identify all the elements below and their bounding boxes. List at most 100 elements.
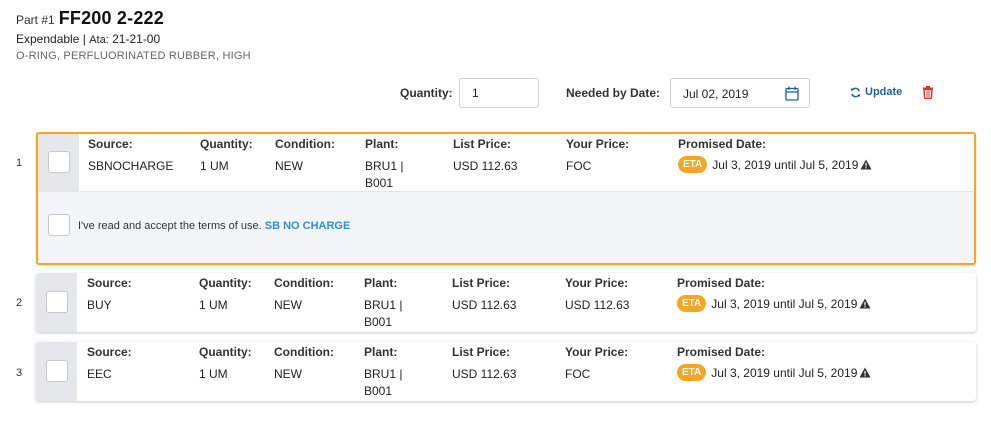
your-price-header: Your Price: [565,276,629,290]
promised-date-range: Jul 3, 2019 until Jul 5, 2019 [712,157,859,172]
needed-by-date-value: Jul 02, 2019 [683,87,749,101]
condition-value: NEW [275,159,303,173]
plant-header: Plant: [365,137,399,151]
row-number: 1 [16,157,23,169]
ata-value: 21-21-00 [112,32,161,46]
select-column [36,273,77,332]
condition-cell: Condition: NEW [274,345,334,383]
select-column [36,342,77,401]
terms-of-use-text: I've read and accept the terms of use. S… [78,220,350,232]
condition-value: NEW [274,298,302,312]
source-header: Source: [88,137,133,151]
list-price-header: List Price: [452,276,511,290]
part-type-line: Expendable | Ata: 21-21-00 [16,32,251,46]
list-price-cell: List Price: USD 112.63 [452,276,516,314]
plant-value: BRU1 | B001 [365,158,403,192]
quantity-input[interactable] [459,78,539,108]
row-number: 2 [16,297,23,309]
row-number: 3 [16,367,23,379]
condition-header: Condition: [274,276,334,290]
promised-date-cell: Promised Date: ETA Jul 3, 2019 until Jul… [677,345,871,381]
plant-line: B001 [364,384,393,398]
eta-badge: ETA [677,364,707,381]
eta-badge: ETA [678,156,708,173]
promised-date-header: Promised Date: [678,137,767,151]
offer-select-checkbox[interactable] [46,360,68,382]
quantity-cell: Quantity: 1 UM [199,345,252,383]
promised-date-value: ETA Jul 3, 2019 until Jul 5, 2019 [677,364,871,381]
list-price-header: List Price: [452,345,511,359]
promised-date-header: Promised Date: [677,345,766,359]
condition-cell: Condition: NEW [275,137,335,175]
promised-date-range: Jul 3, 2019 until Jul 5, 2019 [711,365,858,380]
plant-cell: Plant: BRU1 | B001 [364,345,402,400]
part-type: Expendable | [16,32,86,46]
list-price-cell: List Price: USD 112.63 [452,345,516,383]
quantity-value: 1 UM [199,367,228,381]
offer-select-checkbox[interactable] [46,291,68,313]
plant-header: Plant: [364,345,398,359]
needed-by-date-picker[interactable]: Jul 02, 2019 [670,78,810,108]
your-price-cell: Your Price: USD 112.63 [565,276,629,314]
source-header: Source: [87,345,132,359]
update-button[interactable]: Update [850,86,902,98]
quantity-cell: Quantity: 1 UM [200,137,253,175]
list-price-value: USD 112.63 [452,298,517,312]
your-price-value: FOC [565,367,591,381]
warning-icon[interactable] [859,367,871,378]
plant-line: B001 [365,176,394,190]
promised-date-range: Jul 3, 2019 until Jul 5, 2019 [711,296,858,311]
plant-header: Plant: [364,276,398,290]
source-value: EEC [87,367,112,381]
plant-line: BRU1 | [364,367,403,381]
offer-select-checkbox[interactable] [48,151,70,173]
plant-line: B001 [364,315,393,329]
quantity-cell: Quantity: 1 UM [199,276,252,314]
part-prefix: Part #1 [16,13,55,27]
source-value: BUY [87,298,112,312]
quantity-header: Quantity: [199,276,252,290]
list-price-header: List Price: [453,137,512,151]
plant-cell: Plant: BRU1 | B001 [364,276,402,331]
condition-header: Condition: [274,345,334,359]
condition-header: Condition: [275,137,335,151]
part-number: FF200 2-222 [58,8,164,28]
quantity-header: Quantity: [200,137,253,151]
plant-line: BRU1 | [365,159,404,173]
source-cell: Source: BUY [87,276,132,314]
your-price-value: USD 112.63 [565,298,630,312]
offer-card[interactable]: Source: SBNOCHARGE Quantity: 1 UM Condit… [36,132,976,265]
source-value: SBNOCHARGE [88,159,174,173]
offer-card[interactable]: Source: EEC Quantity: 1 UM Condition: NE… [36,342,976,401]
promised-date-value: ETA Jul 3, 2019 until Jul 5, 2019 [677,295,871,312]
list-price-value: USD 112.63 [452,367,517,381]
quantity-value: 1 UM [200,159,229,173]
terms-of-use-panel: I've read and accept the terms of use. S… [38,191,974,263]
quantity-value: 1 UM [199,298,228,312]
part-description: O-RING, PERFLUORINATED RUBBER, HIGH [16,50,251,62]
source-header: Source: [87,276,132,290]
your-price-cell: Your Price: FOC [565,345,628,383]
your-price-cell: Your Price: FOC [566,137,629,175]
terms-label: I've read and accept the terms of use. [78,220,262,232]
offer-card[interactable]: Source: BUY Quantity: 1 UM Condition: NE… [36,273,976,332]
update-label: Update [865,86,903,98]
promised-date-cell: Promised Date: ETA Jul 3, 2019 until Jul… [678,137,872,173]
list-price-value: USD 112.63 [453,159,518,173]
eta-badge: ETA [677,295,707,312]
plant-cell: Plant: BRU1 | B001 [365,137,403,192]
terms-accept-checkbox[interactable] [48,214,70,236]
order-controls: Quantity: Needed by Date: Jul 02, 2019 U… [0,78,991,108]
needed-by-date-label: Needed by Date: [566,86,661,100]
warning-icon[interactable] [860,159,872,170]
warning-icon[interactable] [859,298,871,309]
promised-date-cell: Promised Date: ETA Jul 3, 2019 until Jul… [677,276,871,312]
trash-icon[interactable] [922,86,934,99]
select-column [38,134,79,191]
calendar-icon[interactable] [785,86,799,101]
your-price-header: Your Price: [565,345,629,359]
terms-link[interactable]: SB NO CHARGE [265,220,351,232]
refresh-icon [850,87,861,97]
quantity-header: Quantity: [199,345,252,359]
plant-line: BRU1 | [364,298,403,312]
